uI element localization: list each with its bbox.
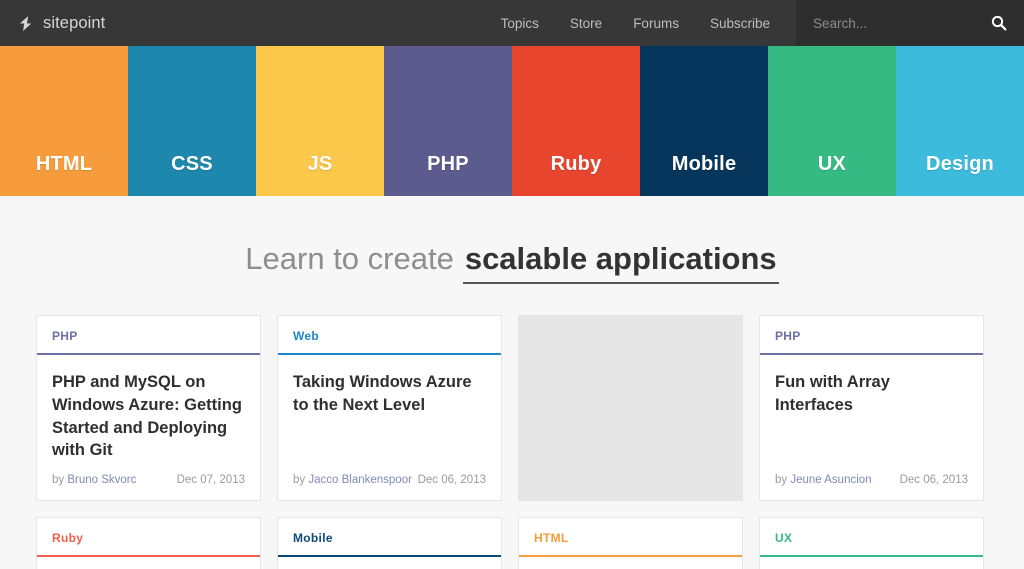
- tile-label: PHP: [427, 153, 469, 175]
- card-category-label: UX: [775, 531, 793, 545]
- card-byline: by Jeune Asuncion: [775, 474, 872, 486]
- article-card[interactable]: Mobile: [277, 517, 502, 569]
- tile-php[interactable]: PHP: [384, 46, 512, 196]
- card-footer: by Bruno Skvorc Dec 07, 2013: [37, 474, 260, 500]
- tile-label: Mobile: [671, 153, 737, 175]
- card-body: PHP and MySQL on Windows Azure: Getting …: [37, 355, 260, 474]
- tile-css[interactable]: CSS: [128, 46, 256, 196]
- article-card[interactable]: HTML: [518, 517, 743, 569]
- card-title: Fun with Array Interfaces: [775, 373, 890, 414]
- tile-ruby[interactable]: Ruby: [512, 46, 640, 196]
- category-tiles: HTML CSS JS PHP Ruby Mobile UX Design: [0, 46, 1024, 196]
- card-body: Taking Windows Azure to the Next Level: [278, 355, 501, 474]
- tile-js[interactable]: JS: [256, 46, 384, 196]
- card-body: [519, 557, 742, 569]
- tile-label: Design: [926, 153, 994, 175]
- card-body: [760, 557, 983, 569]
- article-card[interactable]: PHP PHP and MySQL on Windows Azure: Gett…: [36, 315, 261, 501]
- site-logo-text: sitepoint: [43, 13, 106, 32]
- card-category-header: Ruby: [37, 518, 260, 557]
- byline-prefix: by: [775, 474, 788, 486]
- card-footer: by Jacco Blankenspoor Dec 06, 2013: [278, 474, 501, 500]
- tile-design[interactable]: Design: [896, 46, 1024, 196]
- hero-section: Learn to create scalable applications: [0, 196, 1024, 315]
- tile-html[interactable]: HTML: [0, 46, 128, 196]
- card-date: Dec 07, 2013: [176, 474, 245, 486]
- card-category-header: Web: [278, 316, 501, 355]
- top-navigation-bar: sitepoint Topics Store Forums Subscribe: [0, 0, 1024, 46]
- nav-item-store[interactable]: Store: [570, 16, 602, 31]
- article-card[interactable]: UX: [759, 517, 984, 569]
- card-author[interactable]: Bruno Skvorc: [67, 474, 136, 486]
- article-grid: PHP PHP and MySQL on Windows Azure: Gett…: [0, 315, 1024, 569]
- tile-label: Ruby: [550, 153, 602, 175]
- nav-item-subscribe[interactable]: Subscribe: [710, 16, 770, 31]
- search-icon[interactable]: [990, 14, 1008, 32]
- card-category-header: HTML: [519, 518, 742, 557]
- card-byline: by Bruno Skvorc: [52, 474, 136, 486]
- search-container: [796, 0, 1024, 46]
- card-category-header: UX: [760, 518, 983, 557]
- card-category-label: HTML: [534, 531, 569, 545]
- card-body: [278, 557, 501, 569]
- site-logo[interactable]: sitepoint: [0, 0, 105, 46]
- article-card[interactable]: Web Taking Windows Azure to the Next Lev…: [277, 315, 502, 501]
- card-title: PHP and MySQL on Windows Azure: Getting …: [52, 373, 242, 460]
- tile-label: HTML: [35, 153, 93, 175]
- nav-item-forums[interactable]: Forums: [633, 16, 679, 31]
- card-author[interactable]: Jacco Blankenspoor: [308, 474, 412, 486]
- tile-mobile[interactable]: Mobile: [640, 46, 768, 196]
- card-category-header: Mobile: [278, 518, 501, 557]
- card-category-label: Web: [293, 329, 320, 343]
- card-category-header: PHP: [760, 316, 983, 355]
- card-title: Taking Windows Azure to the Next Level: [293, 373, 472, 414]
- placeholder-card: [518, 315, 743, 501]
- page-title: Learn to create scalable applications: [245, 241, 779, 284]
- main-nav: Topics Store Forums Subscribe: [501, 0, 796, 46]
- tile-label: CSS: [171, 153, 213, 175]
- byline-prefix: by: [52, 474, 65, 486]
- article-card[interactable]: PHP Fun with Array Interfaces by Jeune A…: [759, 315, 984, 501]
- article-card[interactable]: Ruby: [36, 517, 261, 569]
- tile-label: UX: [817, 153, 847, 175]
- card-category-label: PHP: [52, 329, 78, 343]
- card-category-label: PHP: [775, 329, 801, 343]
- tile-ux[interactable]: UX: [768, 46, 896, 196]
- card-body: Fun with Array Interfaces: [760, 355, 983, 474]
- tile-label: JS: [307, 153, 333, 175]
- card-category-header: PHP: [37, 316, 260, 355]
- sitepoint-logo-icon: [19, 15, 32, 31]
- card-date: Dec 06, 2013: [417, 474, 486, 486]
- card-author[interactable]: Jeune Asuncion: [790, 474, 871, 486]
- card-footer: by Jeune Asuncion Dec 06, 2013: [760, 474, 983, 500]
- nav-item-topics[interactable]: Topics: [501, 16, 539, 31]
- card-category-label: Mobile: [293, 531, 333, 545]
- hero-light-text: Learn to create: [245, 241, 454, 276]
- hero-strong-text: scalable applications: [462, 241, 779, 284]
- search-input[interactable]: [813, 15, 990, 31]
- byline-prefix: by: [293, 474, 306, 486]
- card-date: Dec 06, 2013: [899, 474, 968, 486]
- card-byline: by Jacco Blankenspoor: [293, 474, 412, 486]
- card-body: [37, 557, 260, 569]
- card-category-label: Ruby: [52, 531, 84, 545]
